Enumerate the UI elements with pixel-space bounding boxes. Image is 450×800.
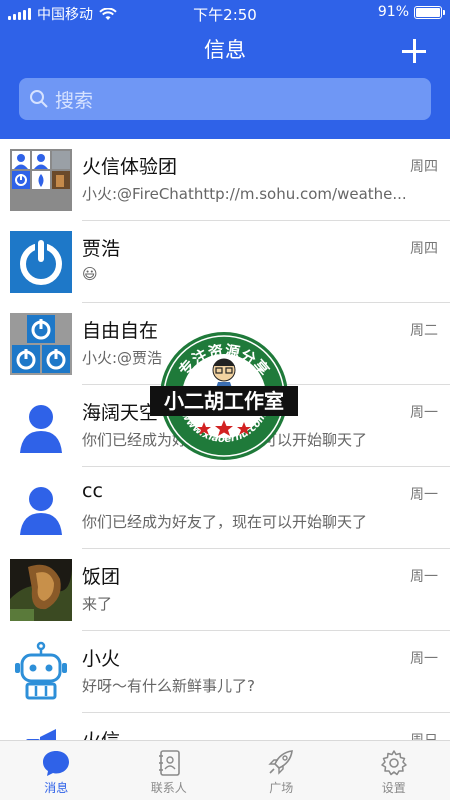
conversation-name: 饭团 xyxy=(82,566,121,588)
tab-settings[interactable]: 设置 xyxy=(338,741,450,800)
search-bar[interactable]: 搜索 xyxy=(19,78,431,120)
conversation-day: 周一 xyxy=(410,405,438,421)
tab-messages[interactable]: 消息 xyxy=(0,741,113,800)
status-bar: 中国移动 下午2:50 91% xyxy=(0,0,450,24)
conversation-row[interactable]: 饭团 来了 周一 xyxy=(0,549,450,631)
conversation-row[interactable]: 火信 周日 xyxy=(0,713,450,740)
page-title: 信息 xyxy=(204,38,246,62)
watermark-banner: 小二胡工作室 xyxy=(164,389,284,413)
conversation-preview: 小火:@FireChathttp://m.sohu.com/weathe... xyxy=(82,185,407,203)
conversation-row[interactable]: 火信体验团 小火:@FireChathttp://m.sohu.com/weat… xyxy=(0,139,450,221)
header-bar: 中国移动 下午2:50 91% 信息 搜索 xyxy=(0,0,450,139)
tab-label: 广场 xyxy=(269,781,294,795)
person-avatar xyxy=(10,395,72,457)
robot-avatar xyxy=(10,641,72,703)
conversation-name: 自由自在 xyxy=(82,320,159,342)
conversation-name: 海阔天空 xyxy=(82,402,159,424)
conversation-preview: 😃 xyxy=(82,265,98,283)
conversation-name: 火信体验团 xyxy=(82,156,178,178)
conversation-day: 周日 xyxy=(410,730,438,740)
conversation-preview: 好呀～有什么新鲜事儿了? xyxy=(82,677,255,695)
conversation-row[interactable]: 小火 好呀～有什么新鲜事儿了? 周一 xyxy=(0,631,450,713)
conversation-day: 周二 xyxy=(410,323,438,339)
tab-label: 联系人 xyxy=(150,781,187,795)
photo-avatar xyxy=(10,559,72,621)
conversation-day: 周一 xyxy=(410,569,438,585)
battery-icon xyxy=(414,5,445,19)
conversation-name: 火信 xyxy=(82,726,120,740)
contacts-book-icon xyxy=(158,750,180,776)
power-avatar xyxy=(10,231,72,293)
watermark-stamp: 专注资源分享 www.xiaoerhu.com 小二胡工作室 xyxy=(148,326,300,464)
conversation-preview: 你们已经成为好友了，现在可以开始聊天了 xyxy=(82,513,368,531)
conversation-day: 周四 xyxy=(410,159,438,175)
conversation-row[interactable]: cc 你们已经成为好友了，现在可以开始聊天了 周一 xyxy=(0,467,450,549)
plus-icon[interactable] xyxy=(402,39,426,63)
gear-icon xyxy=(381,750,407,776)
search-placeholder: 搜索 xyxy=(55,89,94,112)
conversation-preview: 来了 xyxy=(82,595,113,613)
rocket-icon xyxy=(268,750,294,775)
tab-label: 消息 xyxy=(44,781,69,795)
chat-bubble-icon xyxy=(43,751,70,776)
conversation-day: 周一 xyxy=(410,487,438,503)
tab-label: 设置 xyxy=(381,781,406,795)
tab-bar: 消息 联系人 广场 设置 xyxy=(0,740,450,800)
conversation-name: cc xyxy=(82,480,103,502)
conversation-day: 周一 xyxy=(410,651,438,667)
tab-contacts[interactable]: 联系人 xyxy=(113,741,226,800)
conversation-name: 小火 xyxy=(82,648,121,670)
person-avatar xyxy=(10,477,72,539)
group-power-avatar xyxy=(10,313,72,375)
conversation-row[interactable]: 贾浩 😃 周四 xyxy=(0,221,450,303)
search-icon xyxy=(30,90,48,108)
megaphone-avatar xyxy=(10,723,72,740)
battery-percent: 91% xyxy=(377,4,409,20)
conversation-name: 贾浩 xyxy=(82,238,121,260)
tab-square[interactable]: 广场 xyxy=(225,741,338,800)
conversation-day: 周四 xyxy=(410,241,438,257)
group-avatar xyxy=(10,149,72,211)
